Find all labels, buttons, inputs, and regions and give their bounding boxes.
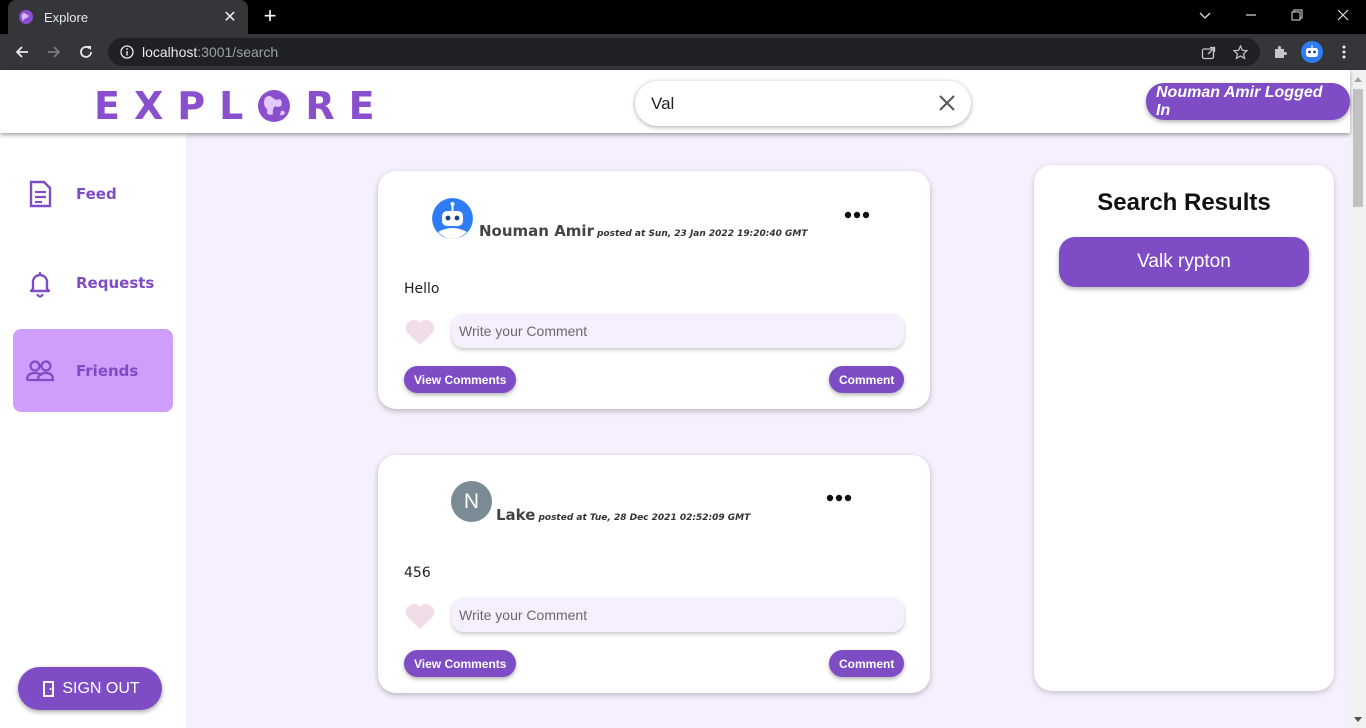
door-exit-icon (43, 680, 55, 697)
info-icon[interactable] (120, 45, 134, 59)
comment-button[interactable]: Comment (829, 366, 905, 393)
post-author[interactable]: Lake posted at Tue, 28 Dec 2021 02:52:09 … (496, 506, 750, 524)
browser-toolbar: localhost:3001/search (0, 34, 1366, 70)
address-bar[interactable]: localhost:3001/search (108, 38, 1260, 66)
logged-in-badge[interactable]: Nouman Amir Logged In (1146, 83, 1350, 120)
view-comments-button[interactable]: View Comments (404, 650, 517, 677)
search-box[interactable] (635, 81, 971, 126)
back-icon[interactable] (10, 40, 34, 64)
page-scrollbar[interactable] (1350, 70, 1366, 728)
url-host: localhost (142, 44, 198, 60)
chrome-menu-icon[interactable] (1332, 40, 1356, 64)
explore-logo[interactable]: EXPL RE (94, 84, 389, 128)
browser-tab-strip: Explore ✕ + (0, 0, 1366, 34)
bell-icon (29, 271, 51, 298)
search-results-title: Search Results (1097, 189, 1271, 216)
share-icon[interactable] (1196, 38, 1220, 66)
heart-icon[interactable] (404, 602, 436, 630)
heart-icon[interactable] (404, 318, 436, 346)
sidebar: Feed Requests Friends SIGN OUT (0, 133, 186, 728)
sidebar-item-label: Requests (76, 273, 155, 292)
view-comments-button[interactable]: View Comments (404, 366, 517, 393)
close-window-icon[interactable] (1320, 0, 1366, 30)
new-tab-button[interactable]: + (258, 5, 282, 29)
robot-avatar[interactable] (432, 198, 473, 239)
logo-text-left: EXPL (94, 84, 258, 128)
author-name[interactable]: Lake (496, 506, 535, 524)
letter-avatar[interactable]: N (451, 481, 492, 522)
post-card: Nouman Amir posted at Sun, 23 Jan 2022 19… (378, 171, 930, 409)
scrollbar-thumb[interactable] (1353, 89, 1363, 207)
url-path: :3001/search (197, 44, 279, 60)
logo-text-right: RE (305, 84, 389, 128)
sidebar-item-label: Feed (76, 184, 117, 203)
bookmark-star-icon[interactable] (1228, 38, 1252, 66)
post-date: posted at Sun, 23 Jan 2022 19:20:40 GMT (596, 229, 808, 239)
reload-icon[interactable] (74, 40, 98, 64)
scroll-down-icon[interactable] (1350, 711, 1366, 728)
people-icon (25, 359, 55, 381)
sidebar-item-requests[interactable]: Requests (13, 241, 173, 324)
restore-icon[interactable] (1274, 0, 1320, 30)
document-icon (29, 180, 52, 207)
post-date: posted at Tue, 28 Dec 2021 02:52:09 GMT (538, 513, 751, 523)
sign-out-button[interactable]: SIGN OUT (18, 667, 162, 710)
comment-input[interactable] (452, 314, 904, 348)
search-result-item[interactable]: Valk rypton (1059, 237, 1309, 287)
author-name[interactable]: Nouman Amir (479, 222, 594, 240)
comment-button[interactable]: Comment (829, 650, 905, 677)
more-options-icon[interactable] (826, 493, 852, 503)
post-body: Hello (404, 281, 440, 297)
sidebar-item-feed[interactable]: Feed (13, 152, 173, 235)
tab-title: Explore (44, 9, 89, 25)
tab-close-icon[interactable]: ✕ (222, 7, 238, 27)
comment-input[interactable] (452, 598, 904, 632)
extensions-puzzle-icon[interactable] (1268, 40, 1292, 64)
browser-tab[interactable]: Explore ✕ (8, 0, 248, 34)
sign-out-label: SIGN OUT (62, 679, 140, 697)
tab-search-icon[interactable] (1182, 0, 1228, 30)
globe-favicon-icon (19, 10, 33, 24)
minimize-icon[interactable] (1228, 0, 1274, 30)
app-header: EXPL RE Nouman Amir Logged In (0, 70, 1350, 133)
sidebar-item-label: Friends (76, 361, 139, 380)
scroll-up-icon[interactable] (1350, 70, 1366, 87)
post-body: 456 (404, 565, 431, 581)
post-author[interactable]: Nouman Amir posted at Sun, 23 Jan 2022 19… (479, 222, 807, 240)
profile-avatar-icon[interactable] (1300, 40, 1324, 64)
globe-logo-icon (258, 90, 291, 122)
post-card: N Lake posted at Tue, 28 Dec 2021 02:52:0… (378, 455, 930, 693)
forward-icon[interactable] (42, 40, 66, 64)
search-input[interactable] (651, 93, 921, 114)
clear-search-icon[interactable] (937, 93, 957, 113)
search-results-panel: Search Results Valk rypton (1034, 165, 1334, 691)
more-options-icon[interactable] (844, 210, 870, 220)
sidebar-item-friends[interactable]: Friends (13, 329, 173, 412)
